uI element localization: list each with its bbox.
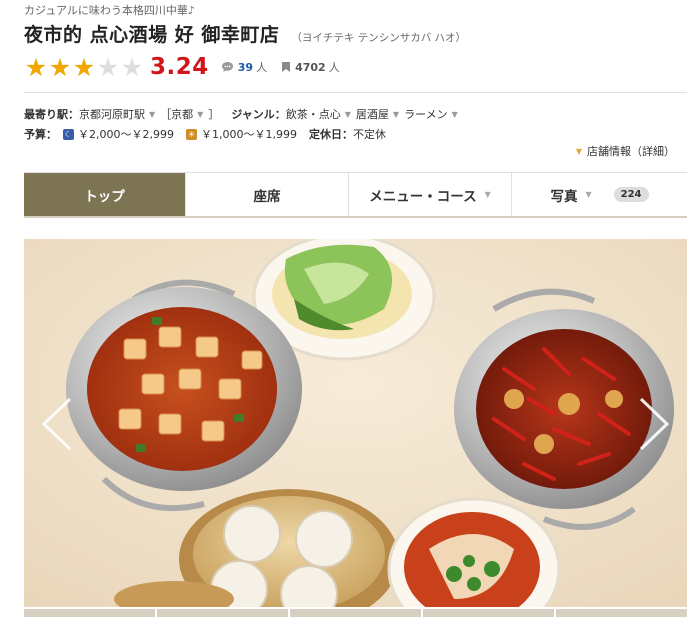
catchphrase: カジュアルに味わう本格四川中華♪ [24,4,195,17]
thumbnail[interactable] [556,609,687,617]
holiday-value: 不定休 [352,128,386,141]
chevron-down-icon: ▼ [585,190,592,199]
tab-label: トップ [84,188,125,205]
shop-info-link-label[interactable]: 店舗情報（詳細） [587,143,675,159]
budget-lunch: ￥1,000～￥1,999 [200,128,297,141]
title-row: 夜市的 点心酒場 好 御幸町店 （ヨイチテキ テンシンサカバ ハオ） [24,20,466,47]
speech-bubble-icon [221,62,233,72]
chevron-down-icon[interactable]: ▼ [197,110,203,119]
chevron-down-icon[interactable]: ▼ [149,110,155,119]
tab-menu-course[interactable]: メニュー・コース ▼ [349,173,512,216]
star-icon: ★ [24,52,48,82]
genre-item[interactable]: ラーメン [404,106,448,122]
chevron-down-icon[interactable]: ▼ [452,110,458,119]
divider [24,92,687,93]
star-icon: ★ [120,52,144,82]
food-photo [24,239,687,607]
sun-icon: ☀ [185,128,197,140]
tab-bar: トップ 座席 メニュー・コース ▼ 写真 ▼ 224 [24,172,687,218]
saves-count: 4702 [295,60,326,74]
saves-unit: 人 [328,61,340,74]
reviews-unit: 人 [256,61,268,74]
reviews-link[interactable]: 39 人 [221,59,267,75]
station-value[interactable]: 京都河原町駅 [79,106,145,122]
area-value[interactable]: 京都 [171,106,193,122]
thumbnail[interactable] [157,609,288,617]
shop-name-kana: （ヨイチテキ テンシンサカバ ハオ） [291,32,467,44]
station-label: 最寄り駅： [24,108,79,121]
photo-count-badge: 224 [613,187,649,202]
tab-photos[interactable]: 写真 ▼ 224 [512,173,687,216]
reviews-count[interactable]: 39 [238,61,253,74]
genre-label: ジャンル： [231,108,286,121]
shop-name: 夜市的 点心酒場 好 御幸町店 [24,24,280,46]
thumbnail[interactable] [423,609,554,617]
tab-label: メニュー・コース [369,188,477,205]
genre-item[interactable]: 居酒屋 [356,106,389,122]
rating-score: 3.24 [150,54,209,80]
thumbnail[interactable] [24,609,155,617]
main-photo-slider[interactable] [24,239,687,607]
thumbnail[interactable] [290,609,421,617]
star-icon: ★ [48,52,72,82]
genre-item[interactable]: 飲茶・点心 [286,106,341,122]
bookmark-icon [282,62,291,72]
tab-top[interactable]: トップ [24,173,186,216]
chevron-down-icon[interactable]: ▼ [393,110,399,119]
saves-link[interactable]: 4702 人 [281,59,340,75]
tab-label: 写真 [550,188,578,205]
chevron-down-icon: ▼ [575,146,582,156]
budget-dinner: ￥2,000～￥2,999 [78,128,174,141]
star-rating: ★ ★ ★ ★ ★ [24,55,144,80]
tab-label: 座席 [253,188,281,205]
holiday-label: 定休日： [308,128,353,141]
shop-info-link[interactable]: ▼ 店舗情報（詳細） [576,143,675,159]
moon-icon: ☾ [63,128,74,140]
info-row-access: 最寄り駅： 京都河原町駅 ▼ ［ 京都 ▼ ］ ジャンル： 飲茶・点心 ▼ 居酒… [24,106,463,122]
star-icon: ★ [96,52,120,82]
chevron-down-icon[interactable]: ▼ [345,110,351,119]
area-bracket-open: ［ [160,108,172,121]
star-icon: ★ [72,52,96,82]
info-row-budget: 予算： ☾ ￥2,000～￥2,999 ☀ ￥1,000～￥1,999 定休日：… [24,126,386,142]
chevron-down-icon: ▼ [484,190,491,199]
area-bracket-close: ］ [208,108,220,121]
rating-row: ★ ★ ★ ★ ★ 3.24 39 人 4702 人 [24,54,340,80]
budget-label: 予算： [24,128,57,141]
tab-seats[interactable]: 座席 [186,173,349,216]
thumbnail-strip[interactable] [24,609,687,617]
